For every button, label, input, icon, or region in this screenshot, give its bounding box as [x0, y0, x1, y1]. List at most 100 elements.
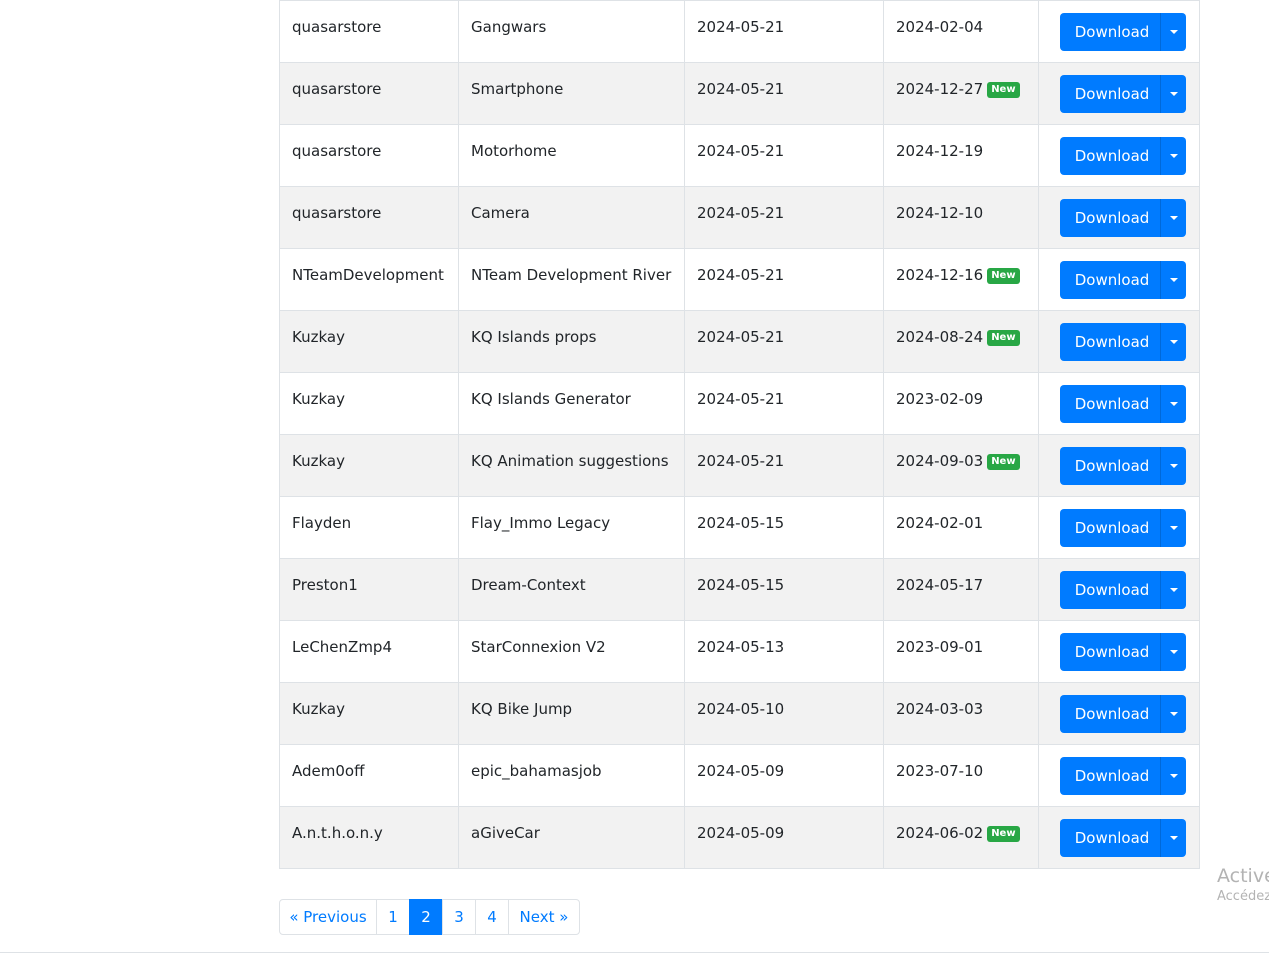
download-button[interactable]: Download: [1060, 509, 1160, 547]
download-dropdown-toggle[interactable]: [1160, 137, 1186, 175]
added-date-cell: 2024-05-21: [684, 248, 884, 311]
updated-date-cell: 2024-02-04: [883, 0, 1039, 63]
author-cell: quasarstore: [279, 186, 459, 249]
added-date-cell: 2024-05-15: [684, 496, 884, 559]
table-row: Kuzkay KQ Bike Jump 2024-05-10 2024-03-03 Do…: [279, 682, 1200, 745]
caret-down-icon: [1169, 402, 1178, 406]
download-dropdown-toggle[interactable]: [1160, 757, 1186, 795]
author-cell: Kuzkay: [279, 434, 459, 497]
updated-date-text: 2023-09-01: [896, 638, 984, 656]
download-dropdown-toggle[interactable]: [1160, 261, 1186, 299]
pagination-next-link[interactable]: Next »: [508, 899, 580, 935]
author-cell: quasarstore: [279, 0, 459, 63]
resource-name-text: Dream-Context: [471, 576, 586, 594]
download-button-group: Download: [1060, 447, 1186, 485]
download-button[interactable]: Download: [1060, 385, 1160, 423]
caret-down-icon: [1169, 216, 1178, 220]
download-button[interactable]: Download: [1060, 757, 1160, 795]
download-dropdown-toggle[interactable]: [1160, 13, 1186, 51]
download-button[interactable]: Download: [1060, 447, 1160, 485]
download-button-group: Download: [1060, 571, 1186, 609]
added-date-text: 2024-05-09: [697, 824, 785, 842]
resource-name-cell: Smartphone: [458, 62, 685, 125]
download-dropdown-toggle[interactable]: [1160, 75, 1186, 113]
resource-name-text: Gangwars: [471, 18, 547, 36]
download-button[interactable]: Download: [1060, 75, 1160, 113]
resource-name-cell: Flay_Immo Legacy: [458, 496, 685, 559]
added-date-text: 2024-05-13: [697, 638, 785, 656]
updated-date-cell: 2024-02-01: [883, 496, 1039, 559]
download-button-group: Download: [1060, 13, 1186, 51]
updated-date-cell: 2024-12-16 New: [883, 248, 1039, 311]
updated-date-text: 2024-03-03: [896, 700, 984, 718]
caret-down-icon: [1169, 464, 1178, 468]
download-button[interactable]: Download: [1060, 199, 1160, 237]
table-row: quasarstore Gangwars 2024-05-21 2024-02-04 D…: [279, 0, 1200, 63]
table-row: Kuzkay KQ Animation suggestions 2024-05-21…: [279, 434, 1200, 497]
page: quasarstore Gangwars 2024-05-21 2024-02-04 D…: [0, 0, 1269, 954]
pagination-page-4[interactable]: 4: [475, 899, 509, 935]
resource-name-text: KQ Animation suggestions: [471, 452, 669, 470]
download-button[interactable]: Download: [1060, 137, 1160, 175]
download-dropdown-toggle[interactable]: [1160, 385, 1186, 423]
download-button[interactable]: Download: [1060, 261, 1160, 299]
download-button-group: Download: [1060, 633, 1186, 671]
download-button[interactable]: Download: [1060, 323, 1160, 361]
download-dropdown-toggle[interactable]: [1160, 509, 1186, 547]
download-button[interactable]: Download: [1060, 695, 1160, 733]
added-date-text: 2024-05-21: [697, 452, 785, 470]
watermark-line-1: Active: [1217, 865, 1269, 887]
download-button[interactable]: Download: [1060, 13, 1160, 51]
download-dropdown-toggle[interactable]: [1160, 695, 1186, 733]
download-button[interactable]: Download: [1060, 633, 1160, 671]
updated-date-cell: 2024-03-03: [883, 682, 1039, 745]
pagination-previous-link[interactable]: « Previous: [279, 899, 377, 935]
actions-cell: Download: [1038, 372, 1200, 435]
footer-divider: [0, 952, 1269, 953]
added-date-cell: 2024-05-10: [684, 682, 884, 745]
actions-cell: Download: [1038, 0, 1200, 63]
download-dropdown-toggle[interactable]: [1160, 199, 1186, 237]
actions-cell: Download: [1038, 806, 1200, 869]
updated-date-cell: 2024-09-03 New: [883, 434, 1039, 497]
author-cell: Preston1: [279, 558, 459, 621]
new-badge: New: [987, 330, 1020, 346]
pagination-page-3[interactable]: 3: [442, 899, 476, 935]
download-dropdown-toggle[interactable]: [1160, 447, 1186, 485]
resource-name-cell: Gangwars: [458, 0, 685, 63]
updated-date-text: 2024-08-24: [896, 328, 984, 346]
resource-name-text: Motorhome: [471, 142, 557, 160]
updated-date-text: 2024-09-03: [896, 452, 984, 470]
resources-table: quasarstore Gangwars 2024-05-21 2024-02-04 D…: [279, 0, 1200, 869]
author-text: Preston1: [292, 576, 358, 594]
pagination-page-1[interactable]: 1: [376, 899, 410, 935]
download-button-group: Download: [1060, 509, 1186, 547]
download-dropdown-toggle[interactable]: [1160, 819, 1186, 857]
updated-date-cell: 2024-12-27 New: [883, 62, 1039, 125]
actions-cell: Download: [1038, 620, 1200, 683]
updated-date-cell: 2024-12-19: [883, 124, 1039, 187]
download-button-group: Download: [1060, 137, 1186, 175]
author-cell: Kuzkay: [279, 372, 459, 435]
download-button[interactable]: Download: [1060, 571, 1160, 609]
download-dropdown-toggle[interactable]: [1160, 571, 1186, 609]
added-date-cell: 2024-05-21: [684, 310, 884, 373]
resource-name-text: KQ Islands Generator: [471, 390, 631, 408]
resource-name-text: Flay_Immo Legacy: [471, 514, 611, 532]
added-date-text: 2024-05-21: [697, 204, 785, 222]
resource-name-cell: epic_bahamasjob: [458, 744, 685, 807]
download-button-group: Download: [1060, 695, 1186, 733]
author-text: quasarstore: [292, 18, 382, 36]
author-text: LeChenZmp4: [292, 638, 392, 656]
author-cell: A.n.t.h.o.n.y: [279, 806, 459, 869]
download-button[interactable]: Download: [1060, 819, 1160, 857]
added-date-cell: 2024-05-21: [684, 124, 884, 187]
added-date-text: 2024-05-21: [697, 328, 785, 346]
pagination-page-2-current[interactable]: 2: [409, 899, 443, 935]
download-dropdown-toggle[interactable]: [1160, 633, 1186, 671]
download-dropdown-toggle[interactable]: [1160, 323, 1186, 361]
author-text: Kuzkay: [292, 390, 345, 408]
new-badge: New: [987, 454, 1020, 470]
windows-activation-watermark: Active Accédez: [1217, 864, 1269, 906]
caret-down-icon: [1169, 588, 1178, 592]
